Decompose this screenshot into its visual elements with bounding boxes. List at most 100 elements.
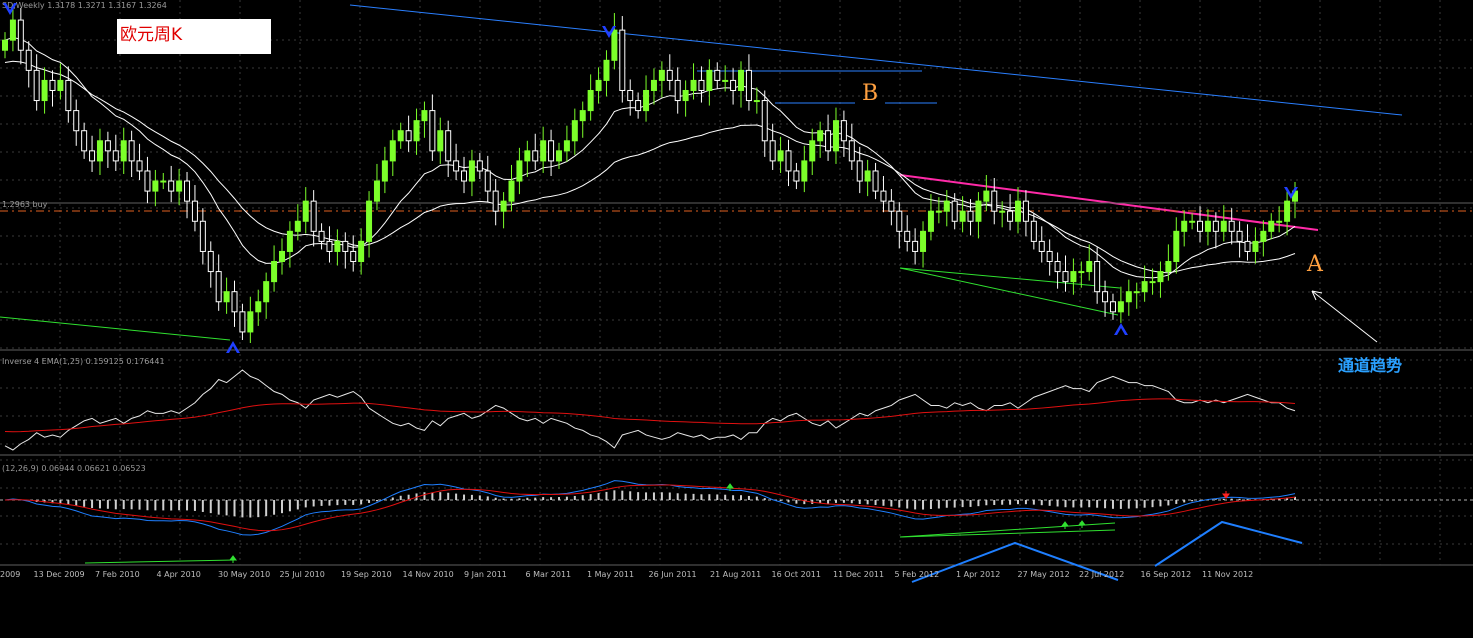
candle-body <box>1220 220 1227 232</box>
candle-body <box>793 170 800 182</box>
macd-histogram <box>11 490 1296 518</box>
candle-body <box>635 100 642 112</box>
candle-body <box>1149 281 1156 284</box>
candle-body <box>524 150 531 162</box>
candle-body <box>263 281 270 303</box>
candle-body <box>579 110 586 122</box>
candle-body <box>769 140 776 162</box>
candle-body <box>1015 200 1022 222</box>
candle-body <box>1070 271 1077 283</box>
candle-body <box>271 261 278 283</box>
candle-body <box>730 79 737 91</box>
candle-body <box>73 110 80 132</box>
inverse-ema-line <box>4 398 1296 433</box>
candle-body <box>2 39 8 51</box>
candle-body <box>1094 261 1101 293</box>
candle-body <box>904 230 911 242</box>
date-label: 13 Dec 2009 <box>34 570 85 579</box>
candle-body <box>516 160 523 182</box>
candle-body <box>753 100 760 103</box>
candle-body <box>1260 230 1267 242</box>
candle-body <box>302 200 309 222</box>
candle-body <box>1284 200 1291 222</box>
annotation-b: B <box>862 81 878 106</box>
candle-body <box>1078 271 1085 274</box>
candle-body <box>397 130 404 142</box>
candle-body <box>429 110 436 152</box>
candle-body <box>912 240 919 252</box>
candle-body <box>1007 210 1014 222</box>
date-label: 26 Jun 2011 <box>649 570 697 579</box>
date-label: 19 Sep 2010 <box>341 570 392 579</box>
candle-body <box>1236 230 1243 242</box>
candle-body <box>1212 220 1219 232</box>
candle-body <box>437 130 444 152</box>
candle-body <box>848 140 855 162</box>
macd-green-line-3 <box>899 529 1116 538</box>
candle-body <box>698 79 705 91</box>
candle-body <box>1102 291 1109 303</box>
candle-body <box>872 170 879 192</box>
candle-body <box>342 240 349 252</box>
candle-body <box>761 100 768 142</box>
candle-body <box>57 79 64 91</box>
candle-body <box>1046 250 1053 263</box>
candle-body <box>959 210 966 222</box>
macd-arrow-up-icon <box>229 555 237 563</box>
candle-body <box>967 210 974 222</box>
candle-body <box>49 79 56 91</box>
candle-body <box>1228 220 1235 232</box>
macd-arrow-up-icon <box>1061 521 1069 529</box>
date-label: 22 Jul 2012 <box>1079 570 1124 579</box>
chart-title: 欧元周K <box>120 25 183 45</box>
candle-body <box>33 69 40 102</box>
candle-body <box>1268 220 1275 232</box>
macd-fast-line <box>4 480 1296 536</box>
candle-body <box>706 69 713 91</box>
macd-green-line-1 <box>84 559 236 564</box>
candle-body <box>1086 261 1093 273</box>
candle-body <box>785 150 792 172</box>
date-label: 6 Mar 2011 <box>526 570 572 579</box>
date-label: 11 Nov 2012 <box>1202 570 1253 579</box>
date-label: 16 Oct 2011 <box>772 570 821 579</box>
candle-body <box>468 160 475 182</box>
candle-body <box>184 180 191 202</box>
candle-body <box>555 150 562 162</box>
candle-body <box>832 120 839 152</box>
candle-body <box>421 110 428 122</box>
candle-body <box>690 79 697 91</box>
candle-body <box>65 79 72 112</box>
candle-body <box>350 250 357 263</box>
candle-body <box>840 120 847 142</box>
date-label: 7 Feb 2010 <box>95 570 140 579</box>
candle-body <box>1038 240 1045 252</box>
annotation-channel-trend: 通道趋势 <box>1338 356 1402 375</box>
candle-body <box>255 301 262 313</box>
candle-body <box>1133 291 1140 294</box>
candle-body <box>9 19 16 41</box>
date-label: 25 Jul 2010 <box>280 570 325 579</box>
candle-body <box>540 140 547 162</box>
candle-body <box>1197 220 1204 232</box>
candle-body <box>508 180 515 202</box>
candle-body <box>413 120 420 142</box>
candle-body <box>611 29 618 61</box>
date-label: 30 May 2010 <box>218 570 270 579</box>
candle-body <box>1165 261 1172 273</box>
candle-body <box>310 200 317 232</box>
date-label: 1 Apr 2012 <box>956 570 1000 579</box>
candle-body <box>935 210 942 213</box>
candle-body <box>864 170 871 182</box>
date-label: 21 Aug 2011 <box>710 570 761 579</box>
candle-body <box>1062 271 1069 283</box>
candle-body <box>358 240 365 263</box>
candle-body <box>888 200 895 212</box>
candle-body <box>461 170 468 182</box>
candle-body <box>983 190 990 202</box>
candle-body <box>152 180 159 192</box>
candle-body <box>476 160 483 172</box>
annotation-a: A <box>1306 252 1324 277</box>
candle-body <box>571 120 578 142</box>
date-label: 14 Nov 2010 <box>403 570 454 579</box>
